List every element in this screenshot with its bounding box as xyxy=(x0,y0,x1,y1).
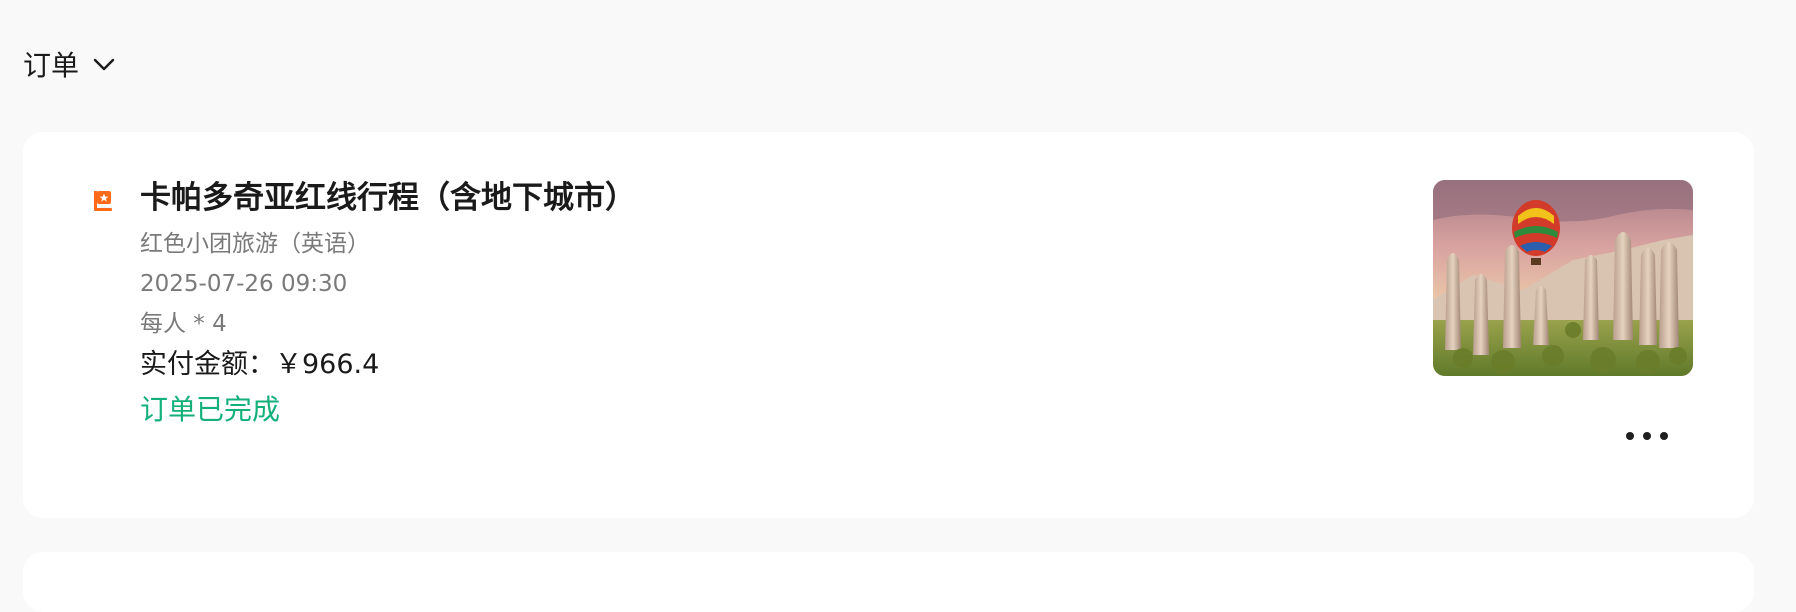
order-status: 订单已完成 xyxy=(140,393,281,426)
page-title: 订单 xyxy=(23,49,80,82)
more-dots-icon xyxy=(1660,432,1668,440)
orders-dropdown[interactable]: 订单 xyxy=(23,44,117,84)
order-thumbnail[interactable] xyxy=(1433,180,1693,376)
price-label: 实付金额： xyxy=(140,349,275,380)
order-quantity: 每人 * 4 xyxy=(140,311,227,337)
price-value: ￥966.4 xyxy=(275,349,380,380)
more-dots-icon xyxy=(1626,432,1634,440)
cappadocia-photo xyxy=(1433,180,1693,376)
more-dots-icon xyxy=(1643,432,1651,440)
order-title[interactable]: 卡帕多奇亚红线行程（含地下城市） xyxy=(140,177,636,219)
order-card[interactable]: 卡帕多奇亚红线行程（含地下城市） 红色小团旅游（英语） 2025-07-26 0… xyxy=(23,132,1754,518)
order-datetime: 2025-07-26 09:30 xyxy=(140,271,348,297)
order-price: 实付金额： ￥966.4 xyxy=(140,347,636,383)
more-options-button[interactable] xyxy=(1617,422,1677,450)
order-info: 卡帕多奇亚红线行程（含地下城市） 红色小团旅游（英语） 2025-07-26 0… xyxy=(140,177,636,429)
next-order-card[interactable] xyxy=(23,552,1754,612)
chevron-down-icon xyxy=(91,51,117,77)
order-package: 红色小团旅游（英语） xyxy=(140,231,370,257)
tour-flag-icon xyxy=(91,189,115,213)
